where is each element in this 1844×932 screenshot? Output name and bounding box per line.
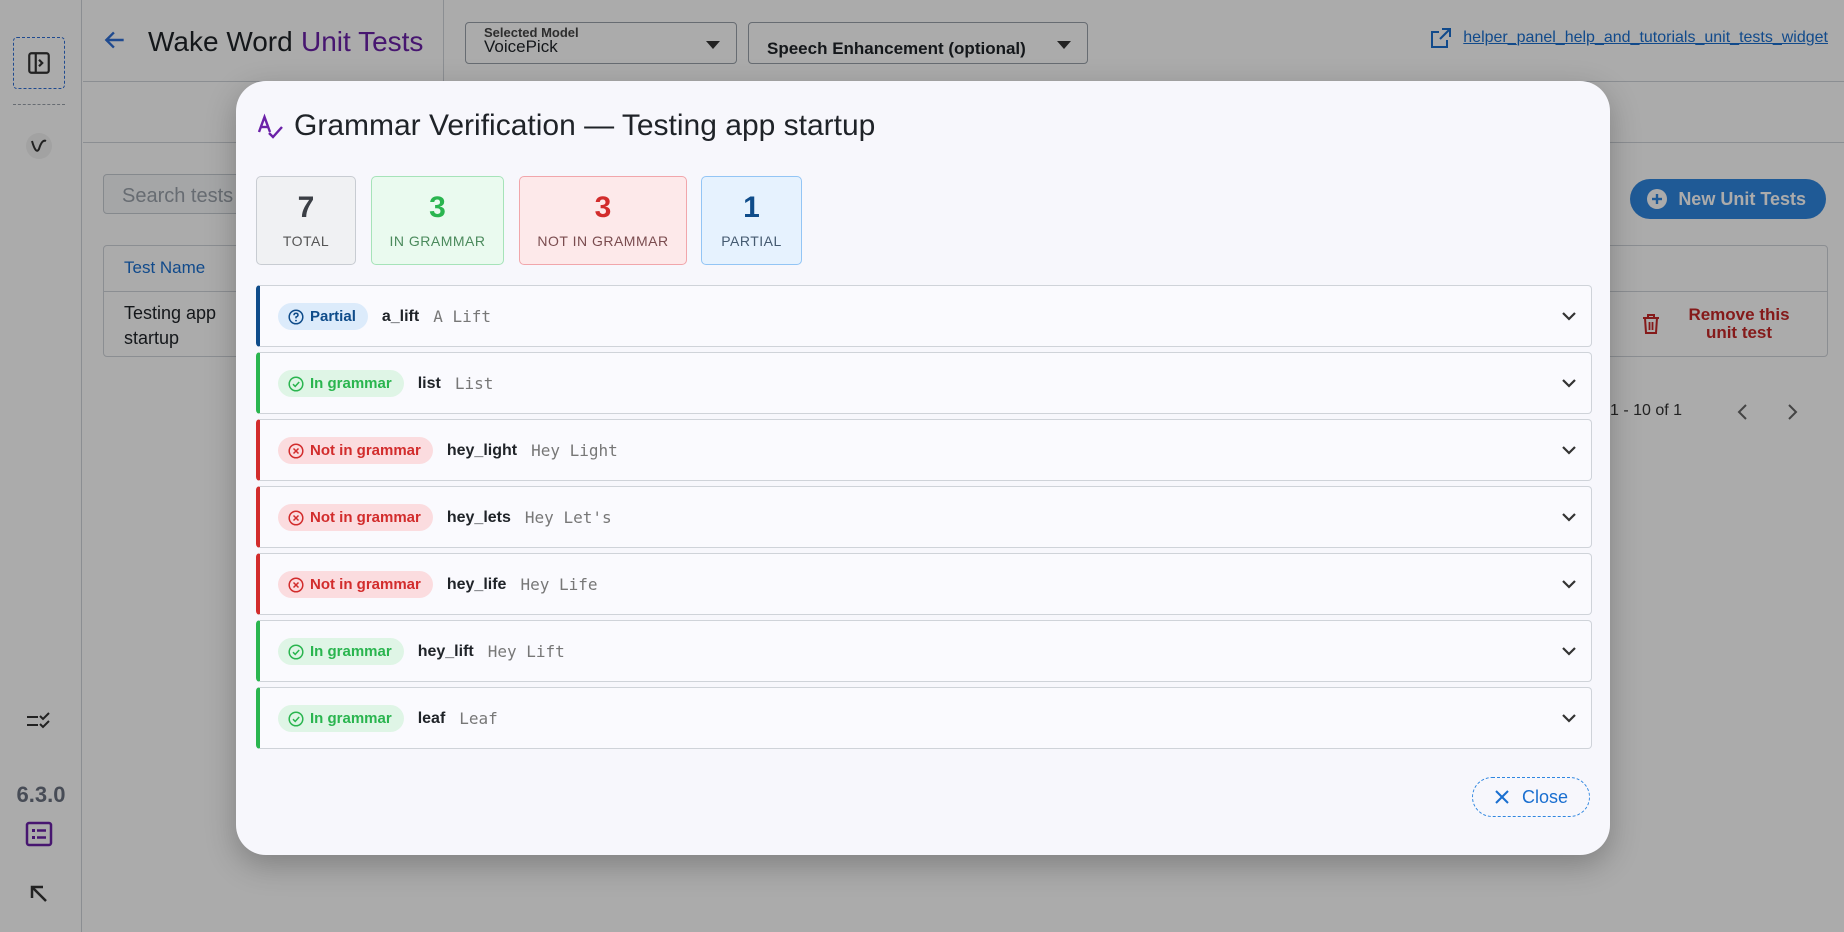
row-key: hey_lets: [446, 508, 511, 526]
chevron-down-icon[interactable]: [1559, 641, 1579, 661]
close-button-label: Close: [1521, 786, 1569, 807]
result-row-hey-lift[interactable]: In grammar hey_lift Hey Lift: [256, 620, 1592, 682]
stat-not-in-grammar: 3 NOT IN GRAMMAR: [519, 176, 687, 265]
row-key: a_lift: [381, 307, 420, 325]
result-row-list[interactable]: In grammar list List: [256, 352, 1592, 414]
row-key: hey_life: [446, 575, 507, 593]
stat-not-in-grammar-label: NOT IN GRAMMAR: [537, 233, 669, 249]
row-key: list: [417, 374, 441, 392]
status-badge-not-in-grammar: Not in grammar: [278, 504, 433, 531]
status-badge-text: Not in grammar: [310, 442, 421, 459]
row-phrase: A Lift: [433, 307, 491, 326]
stat-in-grammar: 3 IN GRAMMAR: [371, 176, 504, 265]
status-badge-text: Not in grammar: [310, 576, 421, 593]
stat-not-in-grammar-value: 3: [594, 191, 612, 224]
result-row-a-lift[interactable]: Partial a_lift A Lift: [256, 285, 1592, 347]
status-badge-text: Partial: [310, 308, 356, 325]
status-badge-not-in-grammar: Not in grammar: [278, 571, 433, 598]
row-phrase: List: [454, 374, 494, 393]
stat-in-grammar-label: IN GRAMMAR: [389, 233, 486, 249]
chevron-down-icon[interactable]: [1559, 574, 1579, 594]
result-row-leaf[interactable]: In grammar leaf Leaf: [256, 687, 1592, 749]
chevron-down-icon[interactable]: [1559, 507, 1579, 527]
question-circle-icon: [288, 308, 304, 325]
stat-total-value: 7: [297, 191, 315, 224]
stat-partial-value: 1: [743, 191, 760, 224]
row-phrase: Hey Life: [520, 575, 598, 594]
chevron-down-icon[interactable]: [1559, 373, 1579, 393]
row-key: hey_light: [446, 441, 518, 459]
stat-partial-label: PARTIAL: [721, 233, 782, 249]
stat-total-label: TOTAL: [282, 233, 330, 249]
row-phrase: Hey Light: [531, 441, 618, 460]
chevron-down-icon[interactable]: [1559, 440, 1579, 460]
x-circle-icon: [288, 442, 304, 459]
result-row-hey-light[interactable]: Not in grammar hey_light Hey Light: [256, 419, 1592, 481]
status-badge-text: In grammar: [310, 375, 392, 392]
row-phrase: Hey Let's: [524, 508, 612, 527]
stat-total: 7 TOTAL: [256, 176, 356, 265]
check-circle-icon: [288, 375, 304, 392]
stat-in-grammar-value: 3: [429, 191, 446, 224]
chevron-down-icon[interactable]: [1559, 708, 1579, 728]
status-badge-not-in-grammar: Not in grammar: [278, 437, 433, 464]
status-badge-text: In grammar: [310, 710, 392, 727]
status-badge-in-grammar: In grammar: [278, 705, 404, 732]
row-key: leaf: [417, 709, 446, 727]
status-badge-text: Not in grammar: [310, 509, 421, 526]
x-circle-icon: [288, 509, 304, 526]
status-badge-in-grammar: In grammar: [278, 370, 404, 397]
check-circle-icon: [288, 643, 304, 660]
status-badge-text: In grammar: [310, 643, 392, 660]
status-badge-partial: Partial: [278, 303, 368, 330]
close-button[interactable]: Close: [1472, 777, 1590, 817]
row-phrase: Leaf: [459, 709, 498, 728]
check-circle-icon: [288, 710, 304, 727]
grammar-verification-dialog: Grammar Verification — Testing app start…: [236, 81, 1610, 855]
spellcheck-icon: [257, 113, 283, 139]
result-row-hey-life[interactable]: Not in grammar hey_life Hey Life: [256, 553, 1592, 615]
row-key: hey_lift: [417, 642, 474, 660]
close-icon: [1495, 790, 1509, 804]
dialog-title: Grammar Verification — Testing app start…: [256, 109, 875, 143]
row-phrase: Hey Lift: [487, 642, 565, 661]
stat-partial: 1 PARTIAL: [701, 176, 802, 265]
result-row-hey-lets[interactable]: Not in grammar hey_lets Hey Let's: [256, 486, 1592, 548]
status-badge-in-grammar: In grammar: [278, 638, 404, 665]
chevron-down-icon[interactable]: [1559, 306, 1579, 326]
x-circle-icon: [288, 576, 304, 593]
dialog-title-text: Grammar Verification — Testing app start…: [294, 109, 876, 142]
